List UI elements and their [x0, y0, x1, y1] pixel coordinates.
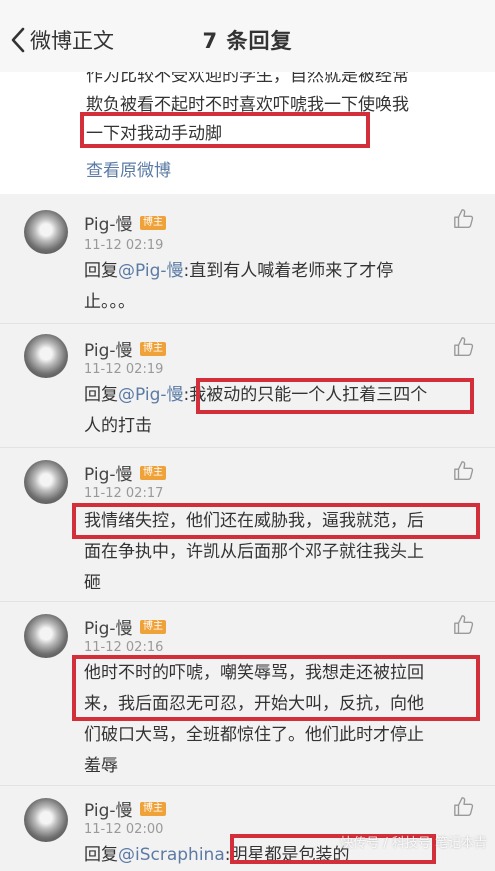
comment-line: 羞辱 — [84, 756, 118, 776]
username[interactable]: Pig-慢 — [84, 460, 133, 485]
blogger-badge: 博主 — [140, 802, 166, 816]
username[interactable]: Pig-慢 — [84, 210, 133, 235]
blogger-badge: 博主 — [140, 620, 166, 634]
thumbs-up-icon[interactable] — [453, 336, 475, 362]
highlight-box — [72, 655, 480, 721]
highlight-box — [196, 378, 474, 414]
avatar[interactable] — [24, 460, 68, 504]
blogger-badge: 博主 — [140, 342, 166, 356]
mention-link[interactable]: @Pig-慢 — [118, 385, 184, 405]
comment-time: 11-12 02:00 — [84, 822, 164, 837]
blogger-badge: 博主 — [140, 466, 166, 480]
mention-link[interactable]: @Pig-慢 — [118, 261, 184, 281]
comment-text: 回复@Pig-慢:直到有人喊着老师来了才停 止。。。 — [84, 256, 480, 318]
thumbs-up-icon[interactable] — [453, 614, 475, 640]
thumbs-up-icon[interactable] — [453, 460, 475, 486]
avatar[interactable] — [24, 210, 68, 254]
comment-time: 11-12 02:19 — [84, 362, 164, 377]
page-title: 7 条回复 — [202, 29, 293, 53]
avatar[interactable] — [24, 798, 68, 842]
comment-line: 面在争执中，许凯从后面那个邓子就往我头上 — [84, 542, 424, 562]
comment-time: 11-12 02:19 — [84, 238, 164, 253]
reply-prefix: 回复 — [84, 845, 118, 865]
comment-item: Pig-慢 博主 11-12 02:19 回复@Pig-慢:直到有人喊着老师来了… — [0, 194, 495, 324]
comment-line: :直到有人喊着老师来了才停 — [183, 261, 394, 281]
avatar[interactable] — [24, 614, 68, 658]
thumbs-up-icon[interactable] — [453, 208, 475, 234]
thumbs-up-icon[interactable] — [453, 796, 475, 822]
reply-prefix: 回复 — [84, 261, 118, 281]
username[interactable]: Pig-慢 — [84, 336, 133, 361]
username[interactable]: Pig-慢 — [84, 796, 133, 821]
highlight-box — [80, 112, 370, 148]
username[interactable]: Pig-慢 — [84, 614, 133, 639]
view-original-link[interactable]: 查看原微博 — [86, 156, 171, 181]
mention-link[interactable]: @iScraphina — [118, 845, 225, 865]
reply-prefix: 回复 — [84, 385, 118, 405]
highlight-box — [72, 503, 480, 539]
blogger-badge: 博主 — [140, 216, 166, 230]
comment-time: 11-12 02:16 — [84, 640, 164, 655]
comment-line: 止。。。 — [84, 292, 135, 312]
comment-line: 砸 — [84, 573, 101, 593]
watermark: 快传号 / 科技号 笔记本青 — [340, 836, 487, 851]
comment-line: 人的打击 — [84, 416, 152, 436]
comment-line: 们破口大骂，全班都惊住了。他们此时才停止 — [84, 725, 424, 745]
comment-time: 11-12 02:17 — [84, 486, 164, 501]
nav-bar: 微博正文 7 条回复 — [0, 0, 495, 72]
avatar[interactable] — [24, 334, 68, 378]
